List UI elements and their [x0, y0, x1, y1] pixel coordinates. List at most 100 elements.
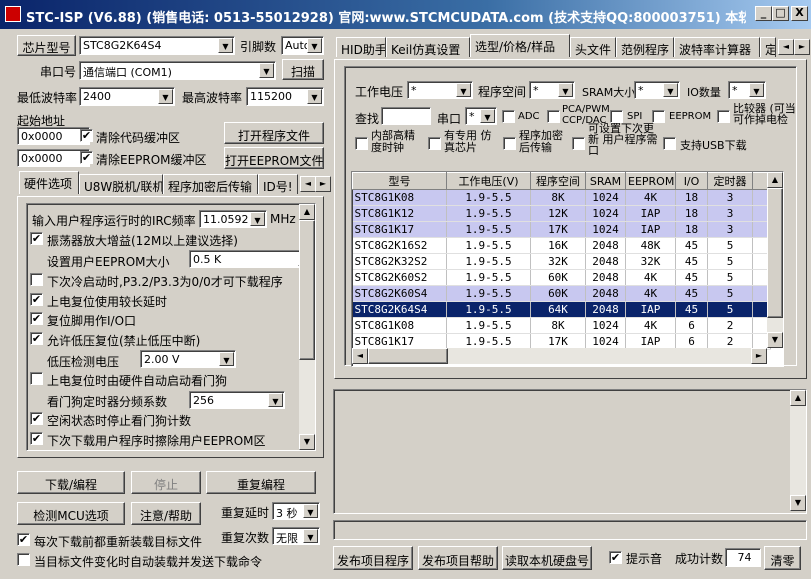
scroll-up-icon[interactable]: ▲ — [299, 204, 315, 220]
clear-count-button[interactable]: 清零 — [764, 546, 801, 570]
scroll-right-icon[interactable]: ► — [751, 348, 767, 364]
tab-scroll-left-icon[interactable]: ◄ — [300, 176, 316, 192]
eeprom-size-select[interactable]: 0.5 K▼ — [189, 250, 315, 268]
table-row[interactable]: STC8G2K60S2 1.9-5.5 60K 2048 4K 45 5 — [352, 269, 771, 286]
tab-encrypt-transfer[interactable]: 程序加密后传输 — [163, 174, 258, 194]
publish-project-program-button[interactable]: 发布项目程序 — [333, 546, 413, 570]
table-row[interactable]: STC8G2K16S2 1.9-5.5 16K 2048 48K 45 5 — [352, 237, 771, 254]
scan-button[interactable]: 扫描 — [282, 59, 324, 80]
download-program-button[interactable]: 下载/编程 — [17, 471, 125, 494]
right-tab-scroll-left-icon[interactable]: ◄ — [778, 39, 794, 55]
scroll-left-icon[interactable]: ◄ — [352, 348, 368, 364]
table-row[interactable]: STC8G2K64S4 1.9-5.5 64K 2048 IAP 45 5 — [352, 301, 771, 318]
scroll-down-icon[interactable]: ▼ — [790, 495, 806, 511]
port-select[interactable]: 通信端口 (COM1) ▼ — [79, 61, 276, 80]
min-baud-select[interactable]: 2400 ▼ — [79, 87, 175, 106]
tab-keil-sim[interactable]: Keil仿真设置 — [386, 37, 470, 57]
repeat-count-select[interactable]: 无限 ▼ — [272, 527, 320, 545]
table-vertical-scrollbar[interactable]: ▲ ▼ — [767, 172, 783, 348]
adc-checkbox[interactable] — [502, 110, 515, 123]
table-row[interactable]: STC8G1K08 1.9-5.5 8K 1024 4K 18 3 — [352, 189, 771, 206]
hw-options-scrollbar[interactable]: ▲ ▼ — [299, 204, 315, 450]
output-log[interactable]: ▲ ▼ — [333, 389, 807, 514]
tab-hid-helper[interactable]: HID助手 — [336, 37, 386, 57]
oscillator-gain-checkbox[interactable]: ✔ — [30, 232, 43, 245]
scroll-thumb[interactable] — [299, 220, 315, 360]
reload-before-download-checkbox[interactable]: ✔ — [17, 533, 30, 546]
scroll-up-icon[interactable]: ▲ — [790, 390, 806, 406]
idle-stop-wdt-checkbox[interactable]: ✔ — [30, 412, 43, 425]
open-eeprom-file-button[interactable]: 打开EEPROM文件 — [224, 147, 324, 169]
table-row[interactable]: STC8G2K32S2 1.9-5.5 32K 2048 32K 45 5 — [352, 253, 771, 270]
chip-model-select[interactable]: STC8G2K64S4 ▼ — [79, 36, 235, 55]
eeprom-checkbox[interactable] — [652, 110, 665, 123]
uart-filter-select[interactable]: * ▼ — [465, 107, 497, 125]
notes-help-button[interactable]: 注意/帮助 — [131, 502, 201, 525]
clear-code-buffer-checkbox[interactable]: ✔ — [80, 129, 93, 142]
search-input[interactable] — [381, 107, 431, 125]
wdt-prescaler-select[interactable]: 256 ▼ — [189, 391, 285, 409]
maximize-button[interactable]: □ — [772, 6, 789, 21]
clear-eeprom-buffer-checkbox[interactable]: ✔ — [80, 151, 93, 164]
publish-project-help-button[interactable]: 发布项目帮助 — [418, 546, 498, 570]
minimize-button[interactable]: _ — [755, 6, 772, 21]
sram-filter-select[interactable]: * ▼ — [634, 81, 680, 99]
irc-frequency-select[interactable]: 11.0592 ▼ — [199, 210, 267, 228]
col-header-flash[interactable]: 程序空间 — [530, 172, 586, 190]
table-row[interactable]: STC8G1K17 1.9-5.5 17K 1024 IAP 18 3 — [352, 221, 771, 238]
dedicated-emulator-checkbox[interactable] — [428, 137, 441, 150]
repeat-program-button[interactable]: 重复编程 — [206, 471, 316, 494]
col-header-sram[interactable]: SRAM — [585, 172, 626, 190]
spi-checkbox[interactable] — [610, 110, 623, 123]
encrypted-transfer-checkbox[interactable] — [503, 137, 516, 150]
stop-button[interactable]: 停止 — [131, 471, 201, 494]
io-filter-select[interactable]: * ▼ — [728, 81, 766, 99]
max-baud-select[interactable]: 115200 ▼ — [246, 87, 324, 106]
flash-filter-select[interactable]: * ▼ — [529, 81, 575, 99]
internal-clock-checkbox[interactable] — [355, 137, 368, 150]
col-header-voltage[interactable]: 工作电压(V) — [446, 172, 531, 190]
tab-timer[interactable]: 定 — [760, 37, 776, 57]
col-header-model[interactable]: 型号 — [352, 172, 447, 190]
log-scrollbar[interactable]: ▲ ▼ — [790, 390, 806, 511]
tab-u8w[interactable]: U8W脱机/联机 — [79, 174, 163, 194]
low-voltage-reset-checkbox[interactable]: ✔ — [30, 332, 43, 345]
auto-watchdog-checkbox[interactable] — [30, 372, 43, 385]
open-program-file-button[interactable]: 打开程序文件 — [224, 122, 324, 144]
close-button[interactable]: X — [791, 6, 808, 21]
cold-start-checkbox[interactable] — [30, 273, 43, 286]
table-row[interactable]: STC8G1K08 1.9-5.5 8K 1024 4K 6 2 — [352, 317, 771, 334]
col-header-timer[interactable]: 定时器 — [707, 172, 753, 190]
reset-pin-io-checkbox[interactable]: ✔ — [30, 312, 43, 325]
col-header-io[interactable]: I/O — [675, 172, 708, 190]
read-disk-id-button[interactable]: 读取本机硬盘号 — [502, 546, 592, 570]
user-serial-checkbox[interactable] — [572, 137, 585, 150]
pca-checkbox[interactable] — [547, 110, 560, 123]
table-scroll-thumb[interactable] — [767, 188, 783, 318]
tab-hardware-options[interactable]: 硬件选项 — [19, 171, 79, 194]
tab-baud-calculator[interactable]: 波特率计算器 — [674, 37, 760, 57]
col-header-eeprom[interactable]: EEPROM — [625, 172, 676, 190]
pins-select[interactable]: Auto ▼ — [281, 36, 324, 55]
comparator-checkbox[interactable] — [717, 110, 730, 123]
detect-mcu-button[interactable]: 检测MCU选项 — [17, 502, 125, 525]
tab-header-file[interactable]: 头文件 — [570, 37, 616, 57]
long-reset-delay-checkbox[interactable]: ✔ — [30, 293, 43, 306]
usb-download-checkbox[interactable] — [663, 137, 676, 150]
scroll-up-icon[interactable]: ▲ — [767, 172, 783, 188]
table-horizontal-scrollbar[interactable]: ◄ ► — [352, 348, 767, 364]
table-row[interactable]: STC8G1K12 1.9-5.5 12K 1024 IAP 18 3 — [352, 205, 771, 222]
scroll-down-icon[interactable]: ▼ — [767, 332, 783, 348]
tab-id[interactable]: ID号! — [258, 174, 298, 194]
tab-scroll-right-icon[interactable]: ► — [315, 176, 331, 192]
tab-examples[interactable]: 范例程序 — [616, 37, 674, 57]
lvd-select[interactable]: 2.00 V ▼ — [140, 350, 236, 368]
table-row[interactable]: STC8G2K60S4 1.9-5.5 60K 2048 4K 45 5 — [352, 285, 771, 302]
beep-checkbox[interactable]: ✔ — [609, 551, 622, 564]
repeat-delay-select[interactable]: 3 秒 ▼ — [272, 502, 320, 520]
voltage-filter-select[interactable]: * ▼ — [407, 81, 473, 99]
scroll-down-icon[interactable]: ▼ — [299, 434, 315, 450]
auto-reload-checkbox[interactable] — [17, 553, 30, 566]
chip-model-button[interactable]: 芯片型号 — [17, 35, 76, 56]
erase-eeprom-checkbox[interactable]: ✔ — [30, 432, 43, 445]
